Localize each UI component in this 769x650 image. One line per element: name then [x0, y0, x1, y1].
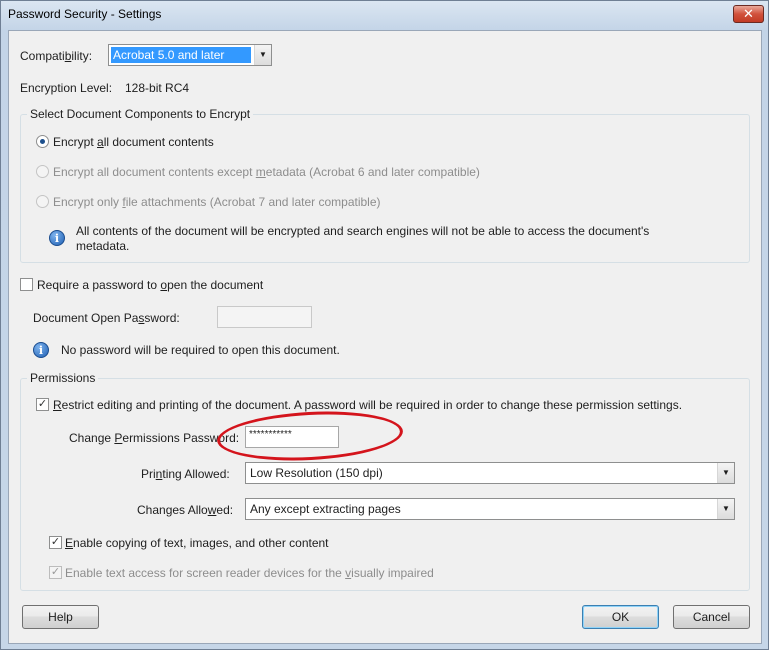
compatibility-dropdown[interactable]: Acrobat 5.0 and later ▼ — [108, 44, 272, 66]
compatibility-value: Acrobat 5.0 and later — [111, 47, 251, 63]
radio-encrypt-all[interactable] — [36, 135, 49, 148]
radio-encrypt-except-metadata[interactable] — [36, 165, 49, 178]
components-info-line1: All contents of the document will be enc… — [76, 224, 650, 238]
change-permissions-password-field[interactable]: *********** — [245, 426, 339, 448]
info-icon: i — [49, 230, 65, 246]
printing-allowed-value: Low Resolution (150 dpi) — [250, 466, 383, 480]
title-bar[interactable]: Password Security - Settings ✕ — [1, 1, 768, 29]
open-password-info: No password will be required to open thi… — [61, 343, 340, 357]
changes-allowed-label: Changes Allowed: — [137, 503, 234, 517]
encryption-level-value: 128-bit RC4 — [125, 81, 190, 95]
change-permissions-password-label: Change Permissions Password: — [69, 431, 240, 445]
printing-allowed-dropdown[interactable]: Low Resolution (150 dpi) ▼ — [245, 462, 735, 484]
compatibility-label: Compatibility: — [20, 49, 93, 63]
ok-button[interactable]: OK — [582, 605, 659, 629]
printing-allowed-label: Printing Allowed: — [141, 467, 230, 481]
info-icon: i — [33, 342, 49, 358]
radio-encrypt-except-metadata-label[interactable]: Encrypt all document contents except met… — [53, 165, 480, 179]
change-permissions-password-value: *********** — [249, 429, 292, 440]
dialog-window: Password Security - Settings ✕ Compatibi… — [0, 0, 769, 650]
require-open-password-label[interactable]: Require a password to open the document — [37, 278, 263, 292]
radio-encrypt-attachments[interactable] — [36, 195, 49, 208]
screen-reader-label[interactable]: Enable text access for screen reader dev… — [65, 566, 434, 580]
radio-encrypt-attachments-label[interactable]: Encrypt only file attachments (Acrobat 7… — [53, 195, 381, 209]
cancel-button[interactable]: Cancel — [673, 605, 750, 629]
require-open-password-checkbox[interactable] — [20, 278, 33, 291]
chevron-down-icon: ▼ — [717, 463, 734, 483]
encryption-level-label: Encryption Level: — [20, 81, 113, 95]
enable-copying-label[interactable]: Enable copying of text, images, and othe… — [65, 536, 329, 550]
help-button[interactable]: Help — [22, 605, 99, 629]
restrict-editing-label[interactable]: Restrict editing and printing of the doc… — [53, 398, 682, 412]
chevron-down-icon: ▼ — [717, 499, 734, 519]
screen-reader-checkbox[interactable]: ✓ — [49, 566, 62, 579]
close-icon: ✕ — [743, 6, 754, 21]
open-password-field-label: Document Open Password: — [33, 311, 180, 325]
window-title: Password Security - Settings — [8, 7, 162, 21]
enable-copying-checkbox[interactable]: ✓ — [49, 536, 62, 549]
close-button[interactable]: ✕ — [733, 5, 764, 23]
permissions-group-label: Permissions — [27, 371, 99, 385]
components-group-label: Select Document Components to Encrypt — [27, 107, 254, 121]
changes-allowed-dropdown[interactable]: Any except extracting pages ▼ — [245, 498, 735, 520]
open-password-field[interactable] — [217, 306, 312, 328]
radio-encrypt-all-label[interactable]: Encrypt all document contents — [53, 135, 214, 149]
components-info-line2: metadata. — [76, 239, 130, 253]
restrict-editing-checkbox[interactable]: ✓ — [36, 398, 49, 411]
changes-allowed-value: Any except extracting pages — [250, 502, 401, 516]
chevron-down-icon: ▼ — [254, 45, 271, 65]
dialog-body: Compatibility: Acrobat 5.0 and later ▼ E… — [8, 30, 762, 644]
